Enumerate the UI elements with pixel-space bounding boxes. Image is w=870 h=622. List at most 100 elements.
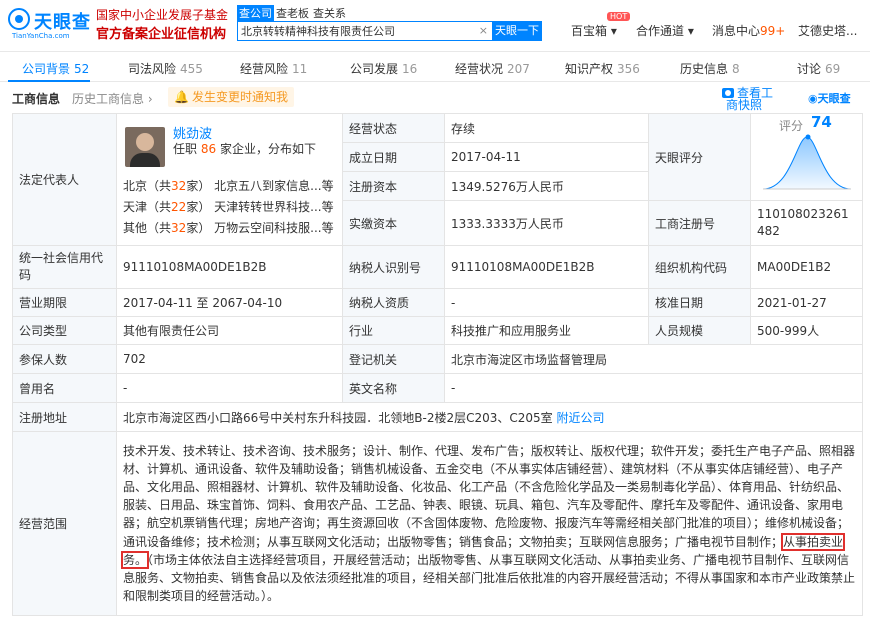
user-name: 艾德史塔... (798, 24, 858, 38)
reg-capital-label: 注册资本 (342, 171, 445, 201)
history-link[interactable]: 历史工商信息 › (72, 90, 153, 107)
tab-count: 69 (825, 62, 841, 76)
founded-value: 2017-04-11 (444, 142, 649, 172)
tab-count: 356 (617, 62, 640, 76)
brand-watermark-text: 天眼查 (817, 92, 851, 105)
tab-operation-risk[interactable]: 经营风险 11 (240, 60, 307, 77)
tab-company-background[interactable]: 公司背景 52 (22, 60, 89, 77)
ad-line-2: 官方备案企业征信机构 (96, 27, 227, 40)
clear-icon[interactable]: × (479, 24, 488, 37)
tab-count: 11 (292, 62, 308, 76)
search-tab-boss[interactable]: 查老板 (274, 5, 311, 21)
address-value: 北京市海淀区西小口路66号中关村东升科技园．北领地B-2楼2层C203、C205… (123, 410, 553, 425)
credit-code-label: 统一社会信用代码 (12, 245, 117, 289)
search-box: × (237, 21, 493, 41)
rep-region-line[interactable]: 北京（共32家） 北京五八到家信息...等 (123, 177, 337, 194)
history-link-label: 历史工商信息 (72, 92, 145, 106)
search-input[interactable] (241, 24, 471, 37)
chevron-down-icon: ▾ (687, 24, 694, 38)
notify-button[interactable]: 🔔 发生变更时通知我 (168, 87, 294, 107)
business-info-table: 法定代表人 姚劲波 任职 86 家企业，分布如下 北京（共32家） 北京五八到家… (12, 113, 863, 616)
hot-badge: HOT (607, 12, 631, 21)
nav-partner-label: 合作通道 (636, 24, 685, 38)
english-name-value: - (444, 373, 863, 403)
tab-label: 公司背景 (22, 62, 71, 76)
term-label: 营业期限 (12, 288, 117, 317)
business-scope: 技术开发、技术转让、技术咨询、技术服务；设计、制作、代理、发布广告；版权转让、版… (116, 431, 863, 616)
legal-rep-name[interactable]: 姚劲波 (173, 123, 212, 142)
snapshot-label-2: 商快照 (726, 98, 763, 112)
status-value: 存续 (444, 113, 649, 143)
paid-capital-value: 1333.3333万人民币 (444, 200, 649, 246)
search-tab-company[interactable]: 查公司 (237, 5, 274, 21)
rep-region-line[interactable]: 其他（共32家） 万物云空间科技服...等 (123, 219, 337, 236)
tab-label: 历史信息 (680, 62, 729, 76)
tab-business-status[interactable]: 经营状况 207 (455, 60, 530, 77)
tianyan-score-cell[interactable]: 评分 74 (750, 113, 863, 201)
approved-label: 核准日期 (648, 288, 751, 317)
avatar[interactable] (125, 127, 165, 167)
score-distribution-chart (762, 134, 852, 190)
legal-rep-summary: 任职 86 家企业，分布如下 (173, 141, 323, 158)
staff-label: 人员规模 (648, 316, 751, 345)
term-value: 2017-04-11 至 2067-04-10 (116, 288, 343, 317)
tianyan-score-label: 天眼评分 (648, 113, 751, 201)
search-button-label: 天眼一下 (495, 24, 539, 37)
tab-label: 经营状况 (455, 62, 504, 76)
rep-region-line[interactable]: 天津（共22家） 天津转转世界科技...等 (123, 198, 337, 215)
section-header: 工商信息 历史工商信息 › 🔔 发生变更时通知我 查看工 商快照 ◉天眼查 (0, 84, 870, 112)
credit-code-value: 91110108MA00DE1B2B (116, 245, 343, 289)
rep-desc-suffix: 家企业，分布如下 (219, 142, 316, 156)
taxpayer-id-value: 91110108MA00DE1B2B (444, 245, 649, 289)
message-count-badge: 99+ (760, 24, 786, 38)
score-marker (805, 134, 811, 140)
tab-label: 公司发展 (350, 62, 399, 76)
org-code-value: MA00DE1B2 (750, 245, 863, 289)
search-button[interactable]: 天眼一下 (492, 21, 542, 41)
industry-label: 行业 (342, 316, 445, 345)
notify-button-label: 发生变更时通知我 (191, 90, 288, 104)
tab-label: 司法风险 (128, 62, 177, 76)
search-tab-relation[interactable]: 查关系 (311, 5, 348, 21)
tab-ip[interactable]: 知识产权 356 (565, 60, 640, 77)
legal-rep-label: 法定代表人 (12, 113, 117, 246)
scope-label: 经营范围 (12, 431, 117, 616)
address-cell: 北京市海淀区西小口路66号中关村东升科技园．北领地B-2楼2层C203、C205… (116, 402, 863, 432)
ad-line-1: 国家中小企业发展子基金 (96, 8, 229, 22)
founded-label: 成立日期 (342, 142, 445, 172)
english-name-label: 英文名称 (342, 373, 445, 403)
nav-user[interactable]: 艾德史塔... (798, 22, 857, 39)
tab-development[interactable]: 公司发展 16 (350, 60, 417, 77)
nav-partner[interactable]: 合作通道 ▾ (636, 22, 694, 39)
rep-city: 其他 (123, 221, 148, 235)
nav-baobao-label: 百宝箱 (571, 24, 608, 38)
company-type-value: 其他有限责任公司 (116, 316, 343, 345)
rep-count: 22 (171, 200, 187, 214)
tab-discussion[interactable]: 讨论 69 (797, 60, 840, 77)
approved-value: 2021-01-27 (750, 288, 863, 317)
tab-count: 52 (74, 62, 90, 76)
tab-history[interactable]: 历史信息 8 (680, 60, 740, 77)
status-label: 经营状态 (342, 113, 445, 143)
tab-count: 16 (402, 62, 418, 76)
nav-baobao[interactable]: 百宝箱 ▾ (571, 22, 617, 39)
camera-icon (722, 88, 734, 98)
legal-rep-cell: 姚劲波 任职 86 家企业，分布如下 北京（共32家） 北京五八到家信息...等… (116, 113, 343, 246)
rep-desc-prefix: 任职 (173, 142, 198, 156)
tab-judicial-risk[interactable]: 司法风险 455 (128, 60, 203, 77)
nav-messages[interactable]: 消息中心99+ (712, 22, 785, 39)
reg-no-value: 110108023261482 (750, 200, 863, 246)
tianyancha-logo[interactable]: 天眼查 TianYanCha.com (8, 8, 92, 40)
ad-banner[interactable]: 国家中小企业发展子基金 官方备案企业征信机构 (96, 6, 238, 40)
staff-value: 500-999人 (750, 316, 863, 345)
scope-text: 技术开发、技术转让、技术咨询、技术服务；设计、制作、代理、发布广告；版权转让、版… (123, 443, 856, 549)
taxpayer-qual-label: 纳税人资质 (342, 288, 445, 317)
tab-label: 知识产权 (565, 62, 614, 76)
eye-logo-icon: ◉ (808, 92, 818, 105)
section-title: 工商信息 (12, 92, 61, 106)
tab-label: 经营风险 (240, 62, 289, 76)
taxpayer-id-label: 纳税人识别号 (342, 245, 445, 289)
logo-sub: TianYanCha.com (12, 32, 70, 40)
authority-value: 北京市海淀区市场监督管理局 (444, 344, 863, 374)
nearby-companies-link[interactable]: 附近公司 (557, 411, 605, 425)
